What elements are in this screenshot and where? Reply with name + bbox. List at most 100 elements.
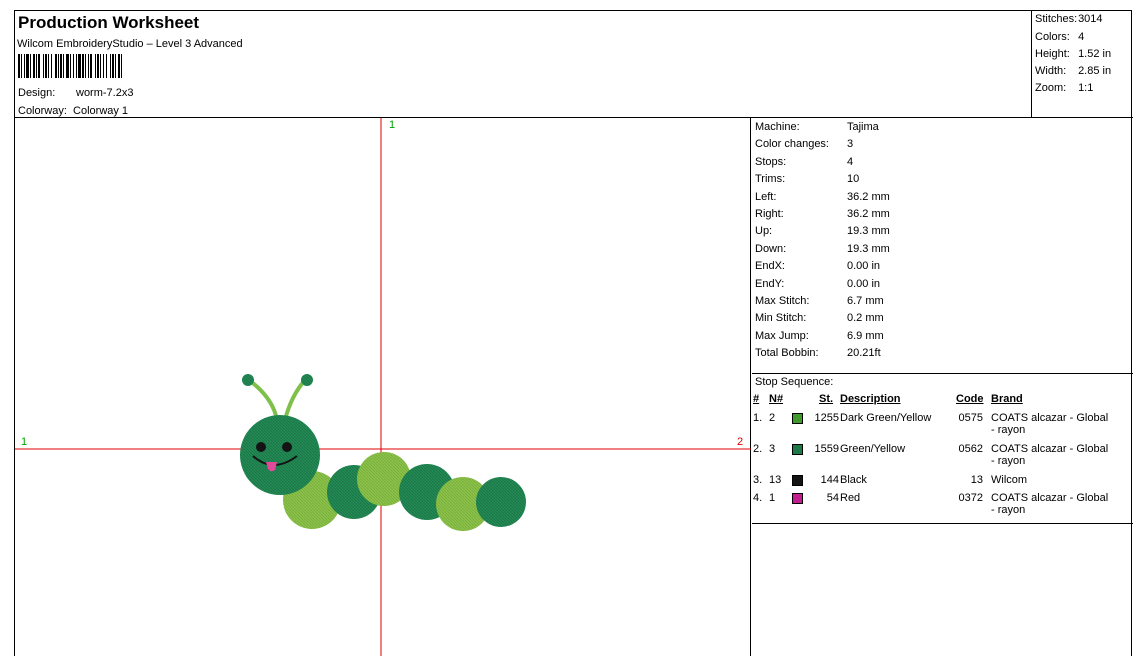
antenna-right <box>283 378 307 421</box>
antenna-tip-right <box>301 374 313 386</box>
stitches-value: 3014 <box>1078 13 1103 25</box>
machine-info-value: 36.2 mm <box>847 208 890 220</box>
machine-info-label: Machine: <box>755 121 800 133</box>
barcode-bar <box>36 54 37 78</box>
width-value: 2.85 in <box>1078 65 1112 77</box>
machine-info-value: 6.7 mm <box>847 295 884 307</box>
stop-sequence-title: Stop Sequence: <box>755 376 834 388</box>
barcode-bar <box>115 54 116 78</box>
worksheet-header: Production Worksheet Wilcom EmbroiderySt… <box>15 11 1133 118</box>
colors-label: Colors: <box>1035 31 1070 43</box>
page-title: Production Worksheet <box>18 13 200 32</box>
machine-info-label: Trims: <box>755 173 786 186</box>
machine-info-row: Trims: 10 <box>755 173 859 185</box>
color-description: Dark Green/Yellow <box>840 412 932 424</box>
machine-info-value: 6.9 mm <box>847 329 884 342</box>
colorway-label: Colorway: <box>18 105 67 117</box>
needle-num: 1 <box>769 492 776 504</box>
machine-info-value: Tajima <box>847 121 879 133</box>
colors-row: Colors: 4 <box>1035 31 1084 43</box>
machine-info-label: Down: <box>755 242 787 255</box>
machine-info-row: Up: 19.3 mm <box>755 225 890 237</box>
barcode-bar <box>95 54 96 78</box>
col-header-st: St. <box>819 393 834 405</box>
thread-code: 0575 <box>958 412 983 424</box>
machine-info-row: Color changes: 3 <box>755 138 853 150</box>
barcode-bar <box>26 54 29 78</box>
divider-bottom <box>752 523 1133 524</box>
barcode-bar <box>110 54 111 78</box>
machine-info-value: 20.21ft <box>847 347 881 360</box>
body-segment-6 <box>476 477 526 527</box>
machine-info-label: EndY: <box>755 277 785 290</box>
stitches-row: Stitches: 3014 <box>1035 13 1103 25</box>
barcode-bar <box>48 54 49 78</box>
barcode-bar <box>66 54 69 78</box>
colorway-row: Colorway: Colorway 1 <box>18 105 128 117</box>
stitch-count: 1559 <box>814 443 839 455</box>
col-header-n: N# <box>769 393 784 405</box>
axis-label-left: 1 <box>21 436 28 448</box>
colors-value: 4 <box>1078 31 1085 43</box>
machine-info-label: Color changes: <box>755 138 829 151</box>
machine-info-row: EndX: 0.00 in <box>755 260 880 272</box>
barcode-bar <box>63 54 64 78</box>
embroidery-preview <box>15 118 751 656</box>
col-header-code: Code <box>956 393 984 405</box>
machine-info-value: 36.2 mm <box>847 190 890 203</box>
machine-info-value: 0.00 in <box>847 260 881 273</box>
stop-num: 1. <box>753 412 763 424</box>
thread-brand-line2: - rayon <box>991 455 1026 467</box>
barcode-bar <box>73 54 74 78</box>
thread-code: 0372 <box>958 492 983 504</box>
stitch-count: 144 <box>820 474 839 486</box>
machine-info-row: EndY: 0.00 in <box>755 278 880 290</box>
worm-head <box>240 415 320 495</box>
barcode-bar <box>60 54 62 78</box>
summary-box: Stitches: 3014 Colors: 4 Height: 1.52 in… <box>1031 11 1133 118</box>
color-swatch <box>792 413 803 424</box>
barcode-bar <box>55 54 57 78</box>
barcode-bar <box>112 54 114 78</box>
machine-info-label: Right: <box>755 208 784 220</box>
eye-left <box>256 442 266 452</box>
barcode-bar <box>24 54 25 78</box>
thread-brand-line2: - rayon <box>991 504 1026 516</box>
col-header-num: # <box>753 393 760 405</box>
barcode-bar <box>88 54 89 78</box>
needle-num: 3 <box>769 443 776 455</box>
height-row: Height: 1.52 in <box>1035 48 1111 60</box>
barcode-image <box>18 54 122 78</box>
machine-info-label: Up: <box>755 225 773 238</box>
needle-num: 2 <box>769 412 776 424</box>
width-label: Width: <box>1035 65 1067 77</box>
machine-info-row: Max Jump: 6.9 mm <box>755 330 884 342</box>
machine-info-label: Max Stitch: <box>755 295 810 307</box>
thread-code: 0562 <box>958 443 983 455</box>
antenna-tip-left <box>242 374 254 386</box>
machine-info-row: Total Bobbin: 20.21ft <box>755 347 881 359</box>
machine-info-label: EndX: <box>755 260 785 273</box>
machine-info-value: 19.3 mm <box>847 242 890 255</box>
height-label: Height: <box>1035 48 1070 60</box>
barcode-bar <box>82 54 84 78</box>
machine-info-label: Min Stitch: <box>755 312 807 325</box>
antenna-left <box>247 378 279 421</box>
machine-info-label: Total Bobbin: <box>755 347 819 360</box>
barcode-bar <box>33 54 35 78</box>
barcode-bar <box>90 54 92 78</box>
thread-brand: Wilcom <box>991 474 1028 486</box>
stop-num: 2. <box>753 443 763 455</box>
eye-right <box>282 442 292 452</box>
machine-info-row: Machine: Tajima <box>755 121 879 133</box>
color-swatch <box>792 493 803 504</box>
design-label: Design: <box>18 87 56 99</box>
machine-info-row: Max Stitch: 6.7 mm <box>755 295 884 307</box>
color-description: Red <box>840 492 861 504</box>
barcode-bar <box>43 54 44 78</box>
barcode-bar <box>45 54 47 78</box>
barcode-bar <box>103 54 104 78</box>
machine-info-row: Min Stitch: 0.2 mm <box>755 312 884 324</box>
machine-info-row: Right: 36.2 mm <box>755 208 890 220</box>
barcode-bar <box>21 54 22 78</box>
